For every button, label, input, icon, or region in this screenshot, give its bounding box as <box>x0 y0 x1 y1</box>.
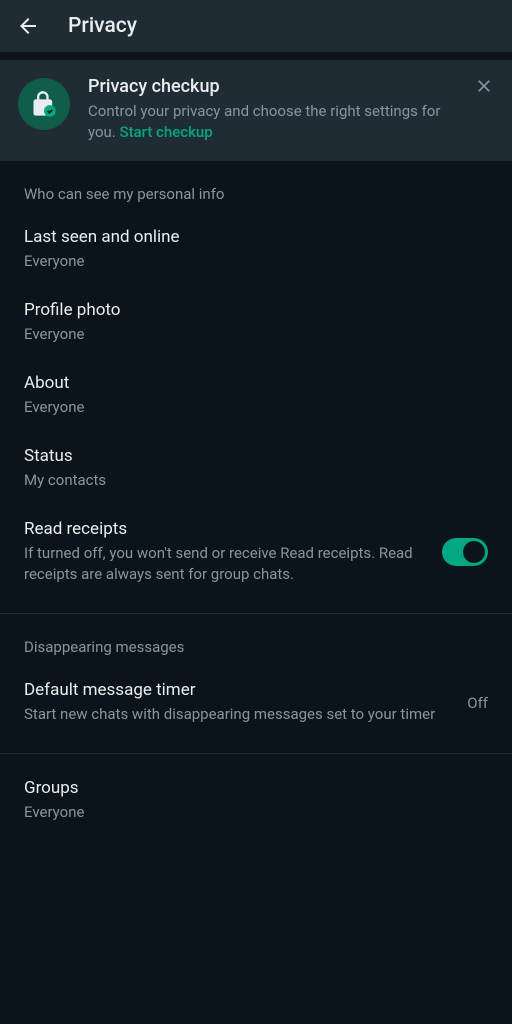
setting-title: About <box>24 373 488 393</box>
read-receipts-toggle[interactable] <box>442 538 488 566</box>
setting-last-seen[interactable]: Last seen and online Everyone <box>0 213 512 286</box>
setting-content: Read receipts If turned off, you won't s… <box>24 519 442 585</box>
setting-status[interactable]: Status My contacts <box>0 432 512 505</box>
start-checkup-link[interactable]: Start checkup <box>120 123 213 141</box>
close-icon[interactable] <box>472 74 496 98</box>
setting-about[interactable]: About Everyone <box>0 359 512 432</box>
setting-value: Everyone <box>24 324 488 345</box>
setting-value: Everyone <box>24 802 488 823</box>
setting-title: Profile photo <box>24 300 488 320</box>
setting-title: Default message timer <box>24 680 451 700</box>
app-header: Privacy <box>0 0 512 52</box>
setting-title: Last seen and online <box>24 227 488 247</box>
setting-title: Status <box>24 446 488 466</box>
setting-title: Read receipts <box>24 519 442 539</box>
section-header-personal-info: Who can see my personal info <box>0 161 512 213</box>
setting-title: Groups <box>24 778 488 798</box>
setting-description: If turned off, you won't send or receive… <box>24 543 442 585</box>
back-icon[interactable] <box>16 14 40 38</box>
setting-value: Everyone <box>24 397 488 418</box>
setting-value: Everyone <box>24 251 488 272</box>
setting-groups[interactable]: Groups Everyone <box>0 754 512 837</box>
section-header-disappearing: Disappearing messages <box>0 614 512 666</box>
setting-content: Default message timer Start new chats wi… <box>24 680 451 725</box>
setting-value: Off <box>451 694 488 712</box>
checkup-description: Control your privacy and choose the righ… <box>88 101 464 143</box>
setting-profile-photo[interactable]: Profile photo Everyone <box>0 286 512 359</box>
setting-read-receipts[interactable]: Read receipts If turned off, you won't s… <box>0 505 512 599</box>
setting-value: My contacts <box>24 470 488 491</box>
checkup-title: Privacy checkup <box>88 76 464 97</box>
lock-check-icon <box>18 78 70 130</box>
checkup-content: Privacy checkup Control your privacy and… <box>88 76 494 143</box>
page-title: Privacy <box>68 14 137 38</box>
setting-message-timer[interactable]: Default message timer Start new chats wi… <box>0 666 512 739</box>
setting-description: Start new chats with disappearing messag… <box>24 704 451 725</box>
toggle-knob <box>463 541 485 563</box>
privacy-checkup-card[interactable]: Privacy checkup Control your privacy and… <box>0 60 512 161</box>
